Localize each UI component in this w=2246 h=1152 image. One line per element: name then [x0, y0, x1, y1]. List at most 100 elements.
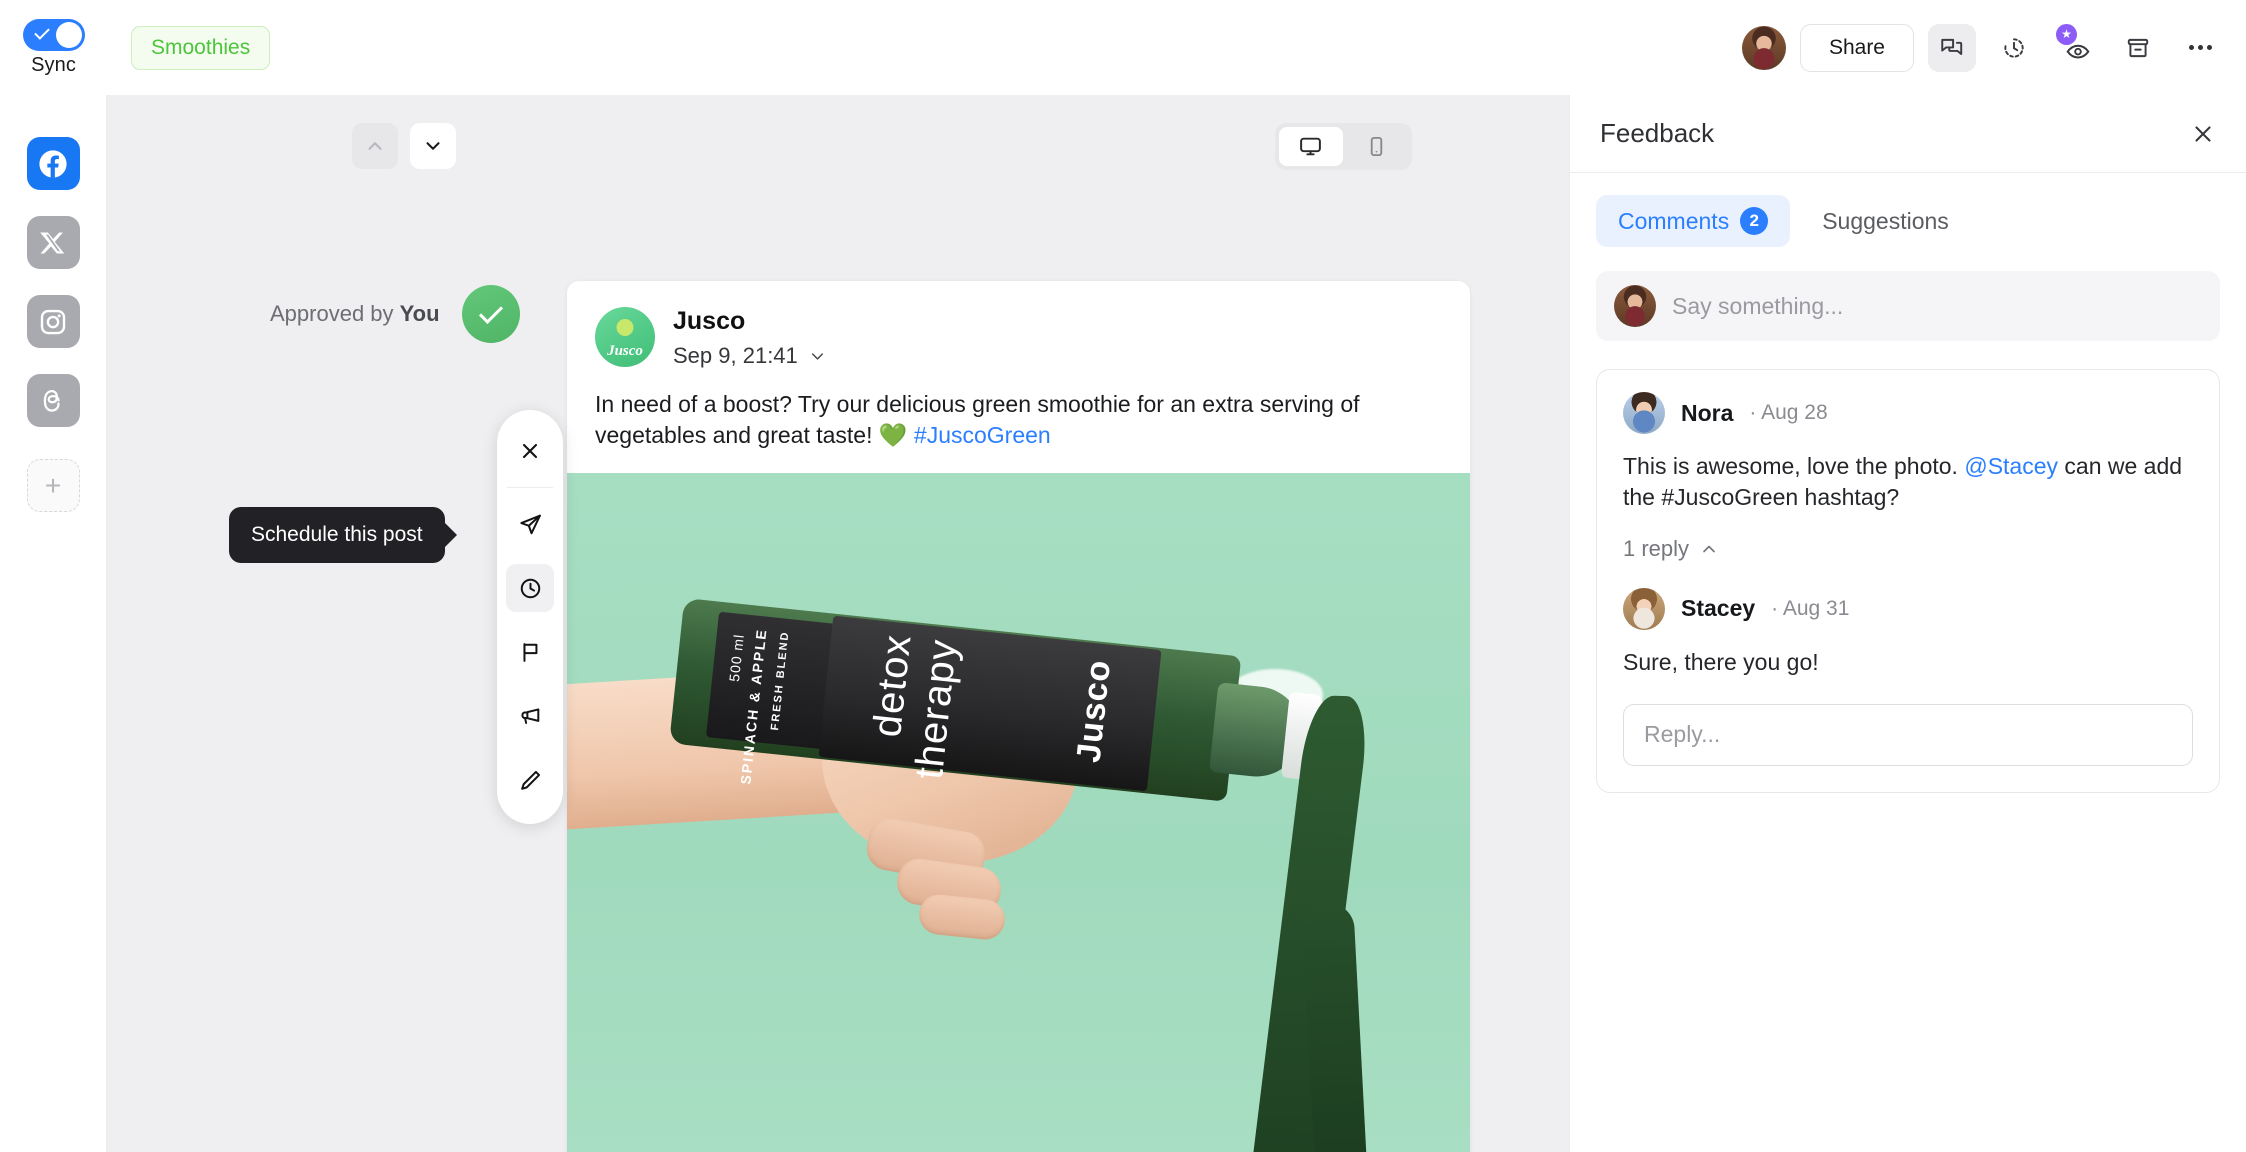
post-header: Jusco Jusco Sep 9, 21:41 — [567, 281, 1470, 369]
reply-body: Sure, there you go! — [1623, 648, 1819, 675]
previous-post-button[interactable] — [352, 123, 398, 169]
comment-composer[interactable]: Say something... — [1596, 271, 2220, 341]
avatar[interactable] — [1741, 25, 1786, 70]
heart-emoji: 💚 — [878, 422, 908, 449]
more-options-button[interactable] — [2176, 24, 2224, 72]
tab-suggestions[interactable]: Suggestions — [1800, 195, 1971, 247]
comments-icon — [1941, 38, 1963, 55]
post-text: In need of a boost? Try our delicious gr… — [567, 369, 1470, 473]
close-icon — [2195, 125, 2211, 142]
feedback-tabs: Comments 2 Suggestions — [1570, 173, 2246, 247]
more-options-icon — [2188, 45, 2212, 50]
boost-post-button[interactable] — [506, 692, 554, 740]
preview-button[interactable]: ★ — [2052, 23, 2100, 72]
x-twitter-icon — [40, 232, 65, 253]
history-clock-icon — [2004, 37, 2024, 58]
post-navigation — [352, 123, 456, 169]
comments-count-badge: 2 — [1740, 207, 1769, 235]
post-author-name: Jusco — [673, 307, 746, 335]
reply-date: · Aug 31 — [1771, 596, 1850, 620]
pencil-icon — [520, 770, 540, 790]
close-panel-button[interactable] — [2190, 121, 2216, 147]
post-image: 500 ml SPINACH & APPLE FRESH BLEND thera… — [567, 473, 1470, 1152]
next-post-button[interactable] — [410, 123, 456, 169]
post-date-text: Sep 9, 21:41 — [673, 343, 798, 368]
check-icon — [33, 23, 50, 40]
platform-sidebar: + — [0, 95, 107, 1152]
comment-body: This is awesome, love the photo. @Stacey… — [1623, 451, 2193, 514]
lime-dot-icon — [616, 319, 634, 336]
approval-label: Approved by You — [270, 301, 440, 326]
top-bar-actions: Share ★ — [1741, 23, 2246, 72]
flag-post-button[interactable] — [506, 628, 554, 676]
sidebar-item-facebook[interactable] — [26, 137, 80, 190]
threads-icon — [43, 389, 60, 412]
toolbar-divider — [507, 487, 553, 488]
post-preview-card: Jusco Jusco Sep 9, 21:41 In need of a bo… — [567, 281, 1470, 1152]
post-canvas: Approved by You Schedule this post Jusco… — [107, 95, 1569, 1152]
comment-thread: Nora · Aug 28 This is awesome, love the … — [1596, 369, 2220, 793]
close-post-button[interactable] — [506, 427, 554, 475]
check-icon — [478, 299, 503, 324]
megaphone-icon — [520, 707, 539, 724]
comment-mention[interactable]: @Stacey — [1964, 453, 2058, 479]
share-button[interactable]: Share — [1799, 23, 1914, 72]
post-date[interactable]: Sep 9, 21:41 — [673, 343, 827, 369]
history-button[interactable] — [1990, 24, 2038, 72]
post-hashtag[interactable]: #JuscoGreen — [914, 422, 1051, 448]
comment-text-before: This is awesome, love the photo. — [1623, 453, 1965, 479]
top-bar: Sync Smoothies Share ★ — [0, 0, 2246, 95]
brand-avatar-label: Jusco — [607, 343, 643, 359]
archive-icon — [2127, 38, 2149, 57]
reply-input[interactable] — [1623, 703, 2193, 766]
edit-post-button[interactable] — [506, 756, 554, 804]
schedule-post-button[interactable] — [506, 564, 554, 612]
instagram-icon — [40, 309, 66, 334]
device-preview-toggle — [1275, 123, 1412, 170]
tab-suggestions-label: Suggestions — [1822, 207, 1949, 234]
chevron-up-icon — [368, 142, 382, 150]
toggle-knob — [55, 21, 82, 48]
replies-count-label: 1 reply — [1623, 535, 1690, 561]
page-title: Feedback — [1600, 118, 1715, 148]
star-badge-icon: ★ — [2056, 23, 2077, 45]
sync-label: Sync — [31, 53, 76, 76]
comment-composer-placeholder: Say something... — [1672, 292, 1844, 319]
comment-date: · Aug 28 — [1749, 401, 1828, 424]
mobile-preview-button[interactable] — [1345, 127, 1409, 166]
close-icon — [522, 443, 538, 459]
comments-toggle-button[interactable] — [1928, 23, 1976, 72]
approval-status: Approved by You — [270, 285, 520, 343]
mobile-phone-icon — [1370, 136, 1382, 157]
reply-header: Stacey · Aug 31 — [1623, 587, 2193, 630]
sidebar-item-x[interactable] — [26, 216, 80, 269]
comment-author: Nora — [1681, 399, 1734, 426]
avatar — [1623, 587, 1665, 630]
feedback-panel-header: Feedback — [1570, 95, 2246, 173]
chevron-up-icon — [1703, 545, 1715, 552]
avatar — [1623, 392, 1665, 434]
toggle-replies-button[interactable]: 1 reply — [1623, 536, 1719, 562]
tab-comments-label: Comments — [1618, 207, 1730, 234]
comment-reply: Stacey · Aug 31 Sure, there you go! — [1623, 587, 2193, 678]
facebook-icon — [39, 149, 67, 178]
sync-toggle[interactable] — [22, 18, 85, 51]
board-tag-smoothies[interactable]: Smoothies — [131, 25, 271, 70]
pour-stream-lower — [1301, 901, 1369, 1152]
desktop-monitor-icon — [1300, 137, 1322, 156]
publish-now-button[interactable] — [506, 500, 554, 548]
sidebar-item-threads[interactable] — [26, 374, 80, 427]
sidebar-item-instagram[interactable] — [26, 295, 80, 348]
approval-check-badge[interactable] — [461, 285, 520, 343]
send-icon — [519, 514, 541, 534]
archive-button[interactable] — [2114, 24, 2162, 72]
reply-author: Stacey — [1681, 595, 1756, 622]
clock-icon — [520, 578, 540, 598]
feedback-panel: Feedback Comments 2 Suggestions Say some… — [1569, 95, 2246, 1152]
post-action-toolbar — [497, 410, 563, 824]
brand-avatar: Jusco — [595, 307, 655, 367]
desktop-preview-button[interactable] — [1279, 127, 1343, 166]
add-platform-button[interactable]: + — [26, 459, 80, 512]
sync-control: Sync — [0, 0, 107, 95]
tab-comments[interactable]: Comments 2 — [1596, 195, 1791, 247]
